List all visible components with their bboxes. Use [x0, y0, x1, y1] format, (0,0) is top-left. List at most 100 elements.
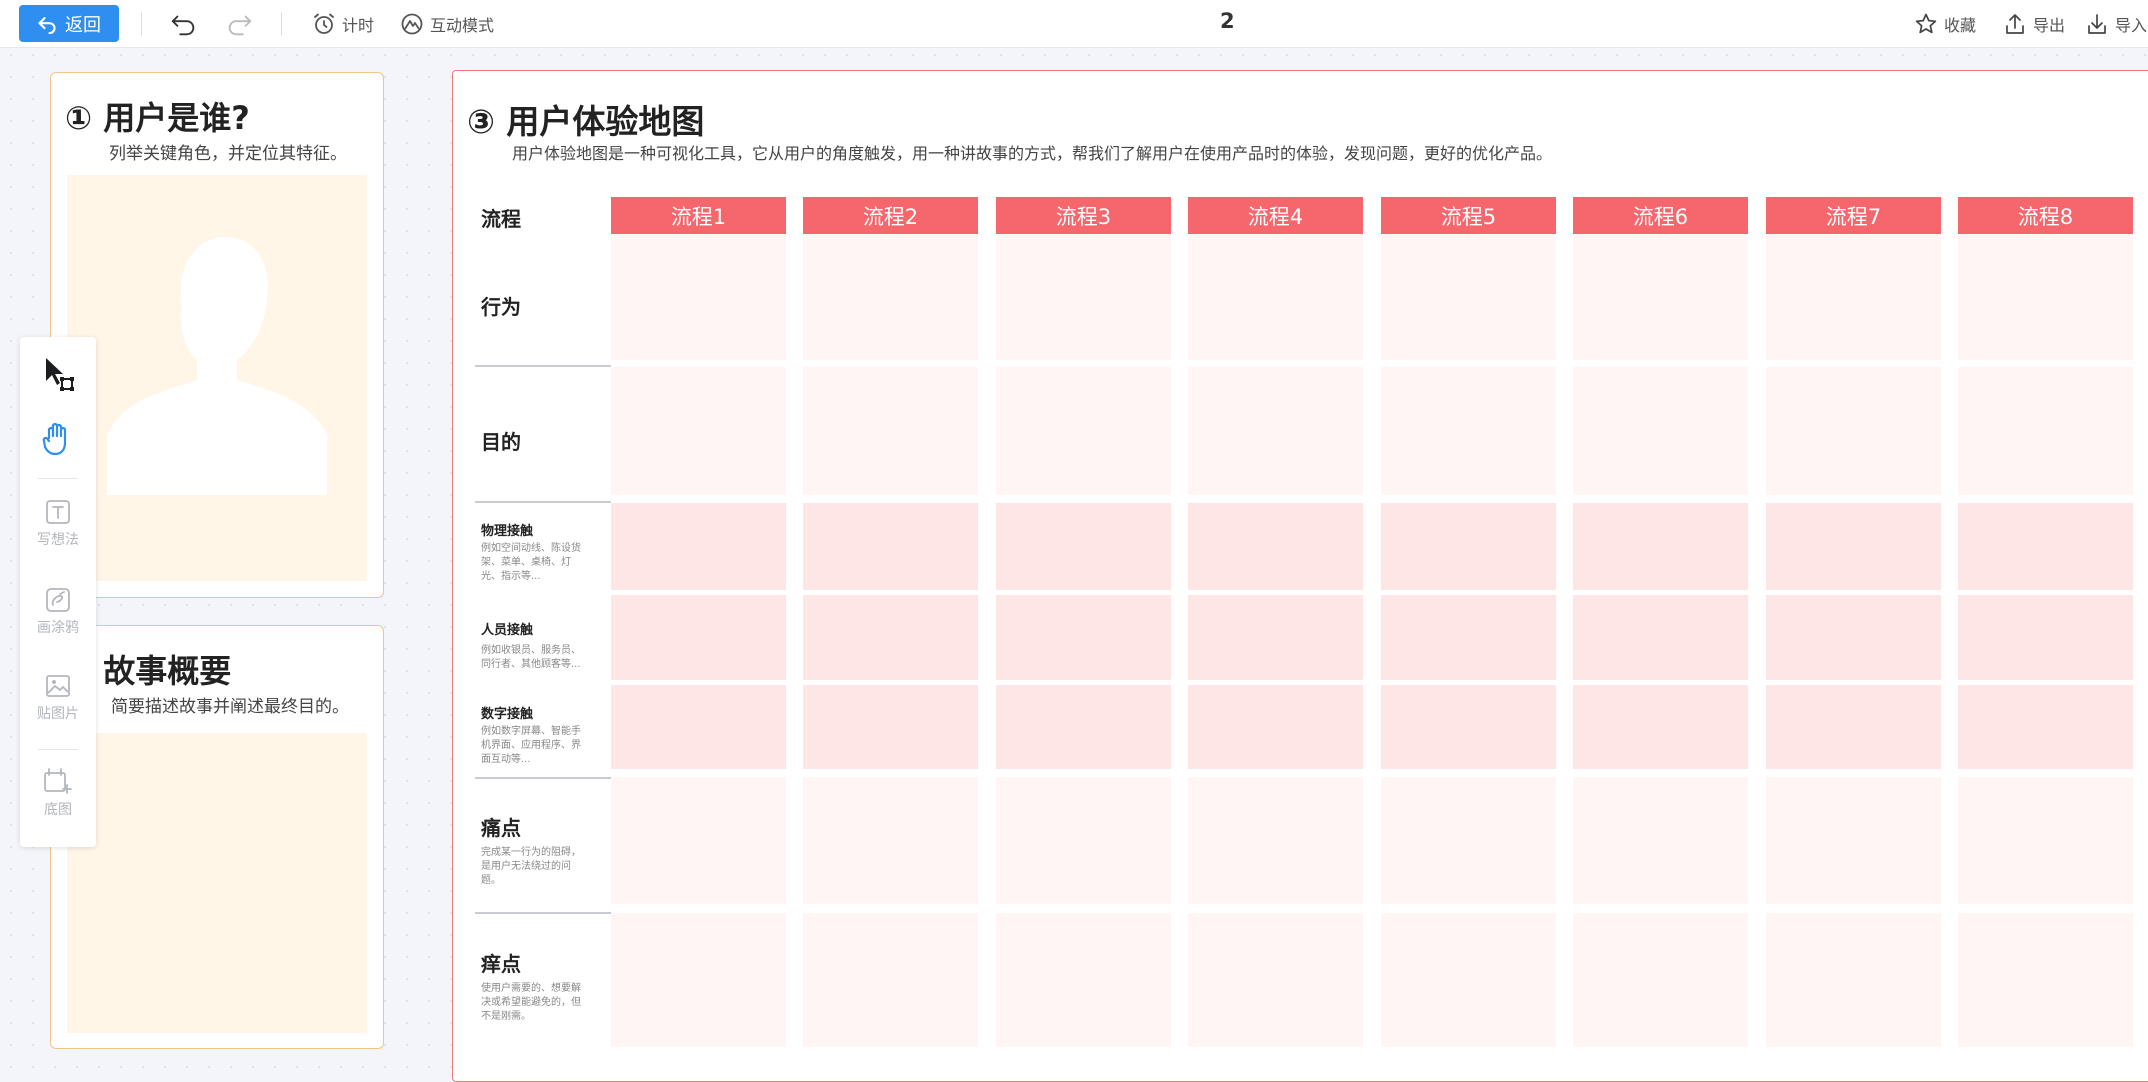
map-cell[interactable] [1381, 595, 1556, 680]
map-cell[interactable] [1766, 685, 1941, 769]
redo-icon[interactable] [223, 8, 255, 40]
select-tool[interactable] [20, 355, 96, 393]
map-cell[interactable] [803, 777, 978, 904]
map-cell[interactable] [1381, 235, 1556, 360]
top-toolbar: 返回 计时 互动模式 2 收藏 导出 导入 [0, 0, 2148, 48]
map-cell[interactable] [1766, 367, 1941, 495]
map-cell[interactable] [1766, 503, 1941, 590]
map-cell[interactable] [803, 595, 978, 680]
map-cell[interactable] [803, 367, 978, 495]
story-card[interactable]: ② 故事概要 简要描述故事并阐述最终目的。 [50, 625, 384, 1049]
map-cell[interactable] [1188, 503, 1363, 590]
map-cell[interactable] [1958, 777, 2133, 904]
map-cell[interactable] [996, 777, 1171, 904]
row-label: 数字接触 [481, 707, 534, 722]
hand-tool[interactable] [20, 421, 96, 457]
map-cell[interactable] [1188, 235, 1363, 360]
map-cell[interactable] [803, 235, 978, 360]
process-column-header[interactable]: 流程8 [1958, 197, 2133, 234]
map-cell[interactable] [1573, 913, 1748, 1047]
process-row-label: 流程 [481, 207, 521, 231]
map-cell[interactable] [803, 503, 978, 590]
process-column-header[interactable]: 流程4 [1188, 197, 1363, 234]
process-column-header[interactable]: 流程5 [1381, 197, 1556, 234]
map-cell[interactable] [996, 685, 1171, 769]
map-cell[interactable] [996, 235, 1171, 360]
map-cell[interactable] [1188, 777, 1363, 904]
map-cell[interactable] [611, 503, 786, 590]
users-card-title: ① 用户是谁? [65, 99, 250, 137]
map-cell[interactable] [1381, 913, 1556, 1047]
back-button[interactable]: 返回 [19, 5, 119, 42]
undo-icon[interactable] [168, 8, 200, 40]
map-cell[interactable] [1188, 913, 1363, 1047]
process-column-header[interactable]: 流程7 [1766, 197, 1941, 234]
map-cell[interactable] [611, 913, 786, 1047]
map-cell[interactable] [611, 685, 786, 769]
map-cell[interactable] [1573, 503, 1748, 590]
map-cell[interactable] [1766, 235, 1941, 360]
map-cell[interactable] [996, 913, 1171, 1047]
users-card-canvas[interactable] [67, 175, 367, 581]
users-card[interactable]: ① 用户是谁? 列举关键角色，并定位其特征。 [50, 72, 384, 598]
map-cell[interactable] [803, 913, 978, 1047]
row-description: 完成某一行为的阻碍，是用户无法绕过的问题。 [481, 847, 581, 886]
export-icon [2006, 14, 2024, 34]
background-tool[interactable]: 底图 [20, 767, 96, 819]
map-cell[interactable] [611, 777, 786, 904]
map-cell[interactable] [1766, 913, 1941, 1047]
doodle-tool[interactable]: 画涂鸦 [20, 587, 96, 637]
process-column-header[interactable]: 流程2 [803, 197, 978, 234]
row-divider [475, 912, 611, 914]
interactive-mode-label: 互动模式 [430, 16, 495, 35]
process-column-header[interactable]: 流程6 [1573, 197, 1748, 234]
map-cell[interactable] [1573, 367, 1748, 495]
back-arrow-icon [38, 16, 56, 34]
map-cell[interactable] [1766, 595, 1941, 680]
map-cell[interactable] [996, 595, 1171, 680]
export-button[interactable]: 导出 [2003, 10, 2065, 38]
map-cell[interactable] [611, 367, 786, 495]
map-cell[interactable] [611, 595, 786, 680]
text-note-icon [46, 500, 70, 524]
map-cell[interactable] [996, 367, 1171, 495]
map-cell[interactable] [1381, 503, 1556, 590]
image-tool[interactable]: 贴图片 [20, 673, 96, 723]
map-cell[interactable] [1958, 367, 2133, 495]
map-cell[interactable] [1958, 913, 2133, 1047]
sticky-note-tool[interactable]: 写想法 [20, 499, 96, 549]
map-cell[interactable] [611, 235, 786, 360]
doodle-label: 画涂鸦 [37, 620, 79, 636]
map-cell[interactable] [1573, 777, 1748, 904]
favorite-button[interactable]: 收藏 [1914, 10, 1976, 38]
map-cell[interactable] [1381, 777, 1556, 904]
experience-map-subtitle: 用户体验地图是一种可视化工具，它从用户的角度触发，用一种讲故事的方式，帮我们了解… [512, 144, 1553, 163]
experience-map-card[interactable]: ③ 用户体验地图 用户体验地图是一种可视化工具，它从用户的角度触发，用一种讲故事… [452, 70, 2148, 1082]
map-cell[interactable] [996, 503, 1171, 590]
back-label: 返回 [65, 14, 101, 36]
map-cell[interactable] [1958, 235, 2133, 360]
map-cell[interactable] [1958, 503, 2133, 590]
timer-button[interactable]: 计时 [312, 10, 374, 38]
process-column-header[interactable]: 流程3 [996, 197, 1171, 234]
map-cell[interactable] [1188, 367, 1363, 495]
map-cell[interactable] [1958, 595, 2133, 680]
alarm-clock-icon [314, 13, 334, 34]
interactive-mode-button[interactable]: 互动模式 [400, 10, 494, 38]
map-cell[interactable] [803, 685, 978, 769]
map-cell[interactable] [1188, 595, 1363, 680]
map-cell[interactable] [1573, 685, 1748, 769]
map-cell[interactable] [1573, 595, 1748, 680]
map-cell[interactable] [1958, 685, 2133, 769]
process-column-header[interactable]: 流程1 [611, 197, 786, 234]
map-cell[interactable] [1381, 367, 1556, 495]
map-cell[interactable] [1766, 777, 1941, 904]
background-template-icon [44, 768, 72, 794]
story-card-canvas[interactable] [67, 733, 367, 1033]
row-label: 物理接触 [481, 524, 534, 539]
row-label: 人员接触 [481, 623, 534, 638]
map-cell[interactable] [1573, 235, 1748, 360]
map-cell[interactable] [1381, 685, 1556, 769]
map-cell[interactable] [1188, 685, 1363, 769]
import-button[interactable]: 导入 [2085, 10, 2147, 38]
